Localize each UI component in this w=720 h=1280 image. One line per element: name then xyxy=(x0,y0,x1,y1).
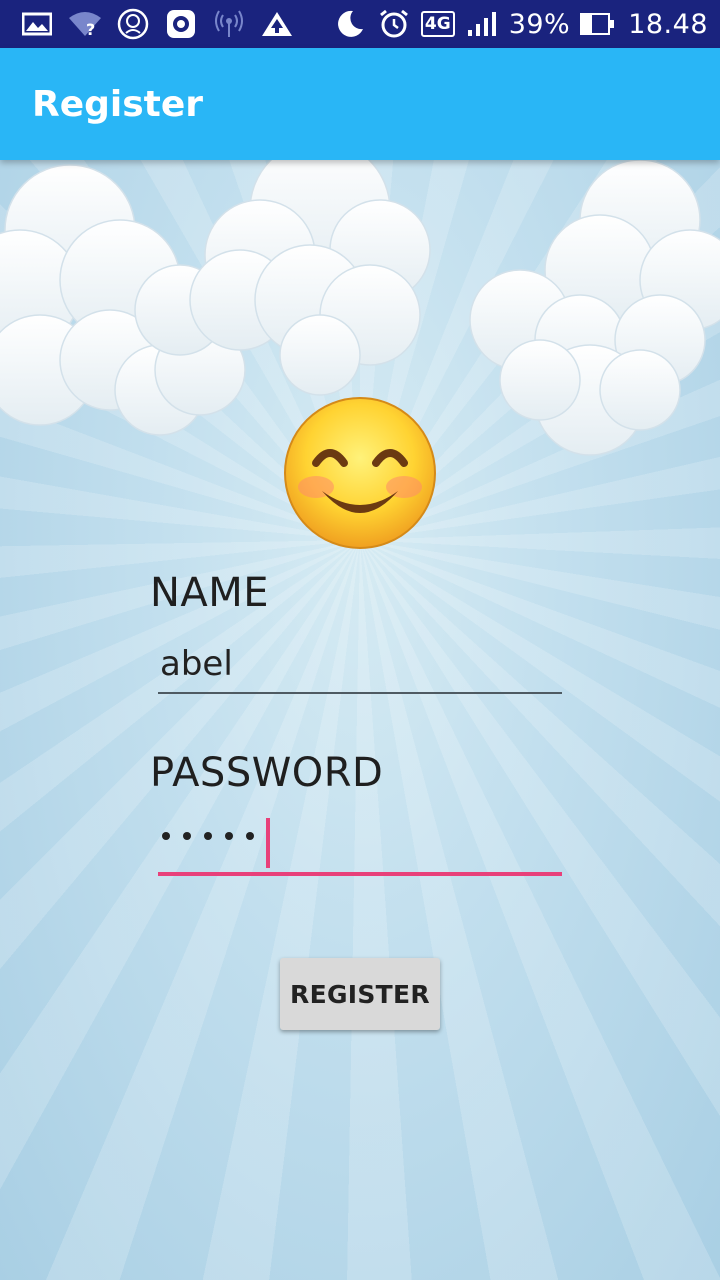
wifi-unknown-icon: ? xyxy=(68,9,102,39)
alarm-icon xyxy=(377,9,411,39)
password-dot xyxy=(162,832,170,840)
name-input[interactable]: abel xyxy=(158,640,562,694)
gallery-icon xyxy=(20,9,54,39)
password-input[interactable] xyxy=(158,818,562,876)
sky-background xyxy=(0,160,720,1280)
password-dot xyxy=(246,832,254,840)
app-bar: Register xyxy=(0,48,720,160)
password-mask xyxy=(162,832,254,840)
svg-text:?: ? xyxy=(86,20,95,38)
name-label: NAME xyxy=(150,570,270,616)
hotspot-icon xyxy=(212,9,246,39)
page-title: Register xyxy=(32,83,204,125)
network-type: 4G xyxy=(420,11,455,37)
signal-icon xyxy=(465,9,499,39)
password-label: PASSWORD xyxy=(150,750,384,796)
password-dot xyxy=(183,832,191,840)
battery-icon xyxy=(580,13,615,35)
password-dot xyxy=(204,832,212,840)
upload-icon xyxy=(260,9,294,39)
rp-icon xyxy=(116,8,150,40)
status-bar: ? 4G 39% 18.48 xyxy=(0,0,720,48)
clock: 18.48 xyxy=(628,8,708,40)
smiling-face-icon xyxy=(284,397,436,549)
name-input-value: abel xyxy=(160,644,233,684)
text-cursor xyxy=(266,818,270,868)
camera-app-icon xyxy=(164,9,198,39)
register-button[interactable]: REGISTER xyxy=(280,958,440,1030)
password-dot xyxy=(225,832,233,840)
moon-icon xyxy=(333,9,367,39)
battery-percent: 39% xyxy=(508,8,571,40)
